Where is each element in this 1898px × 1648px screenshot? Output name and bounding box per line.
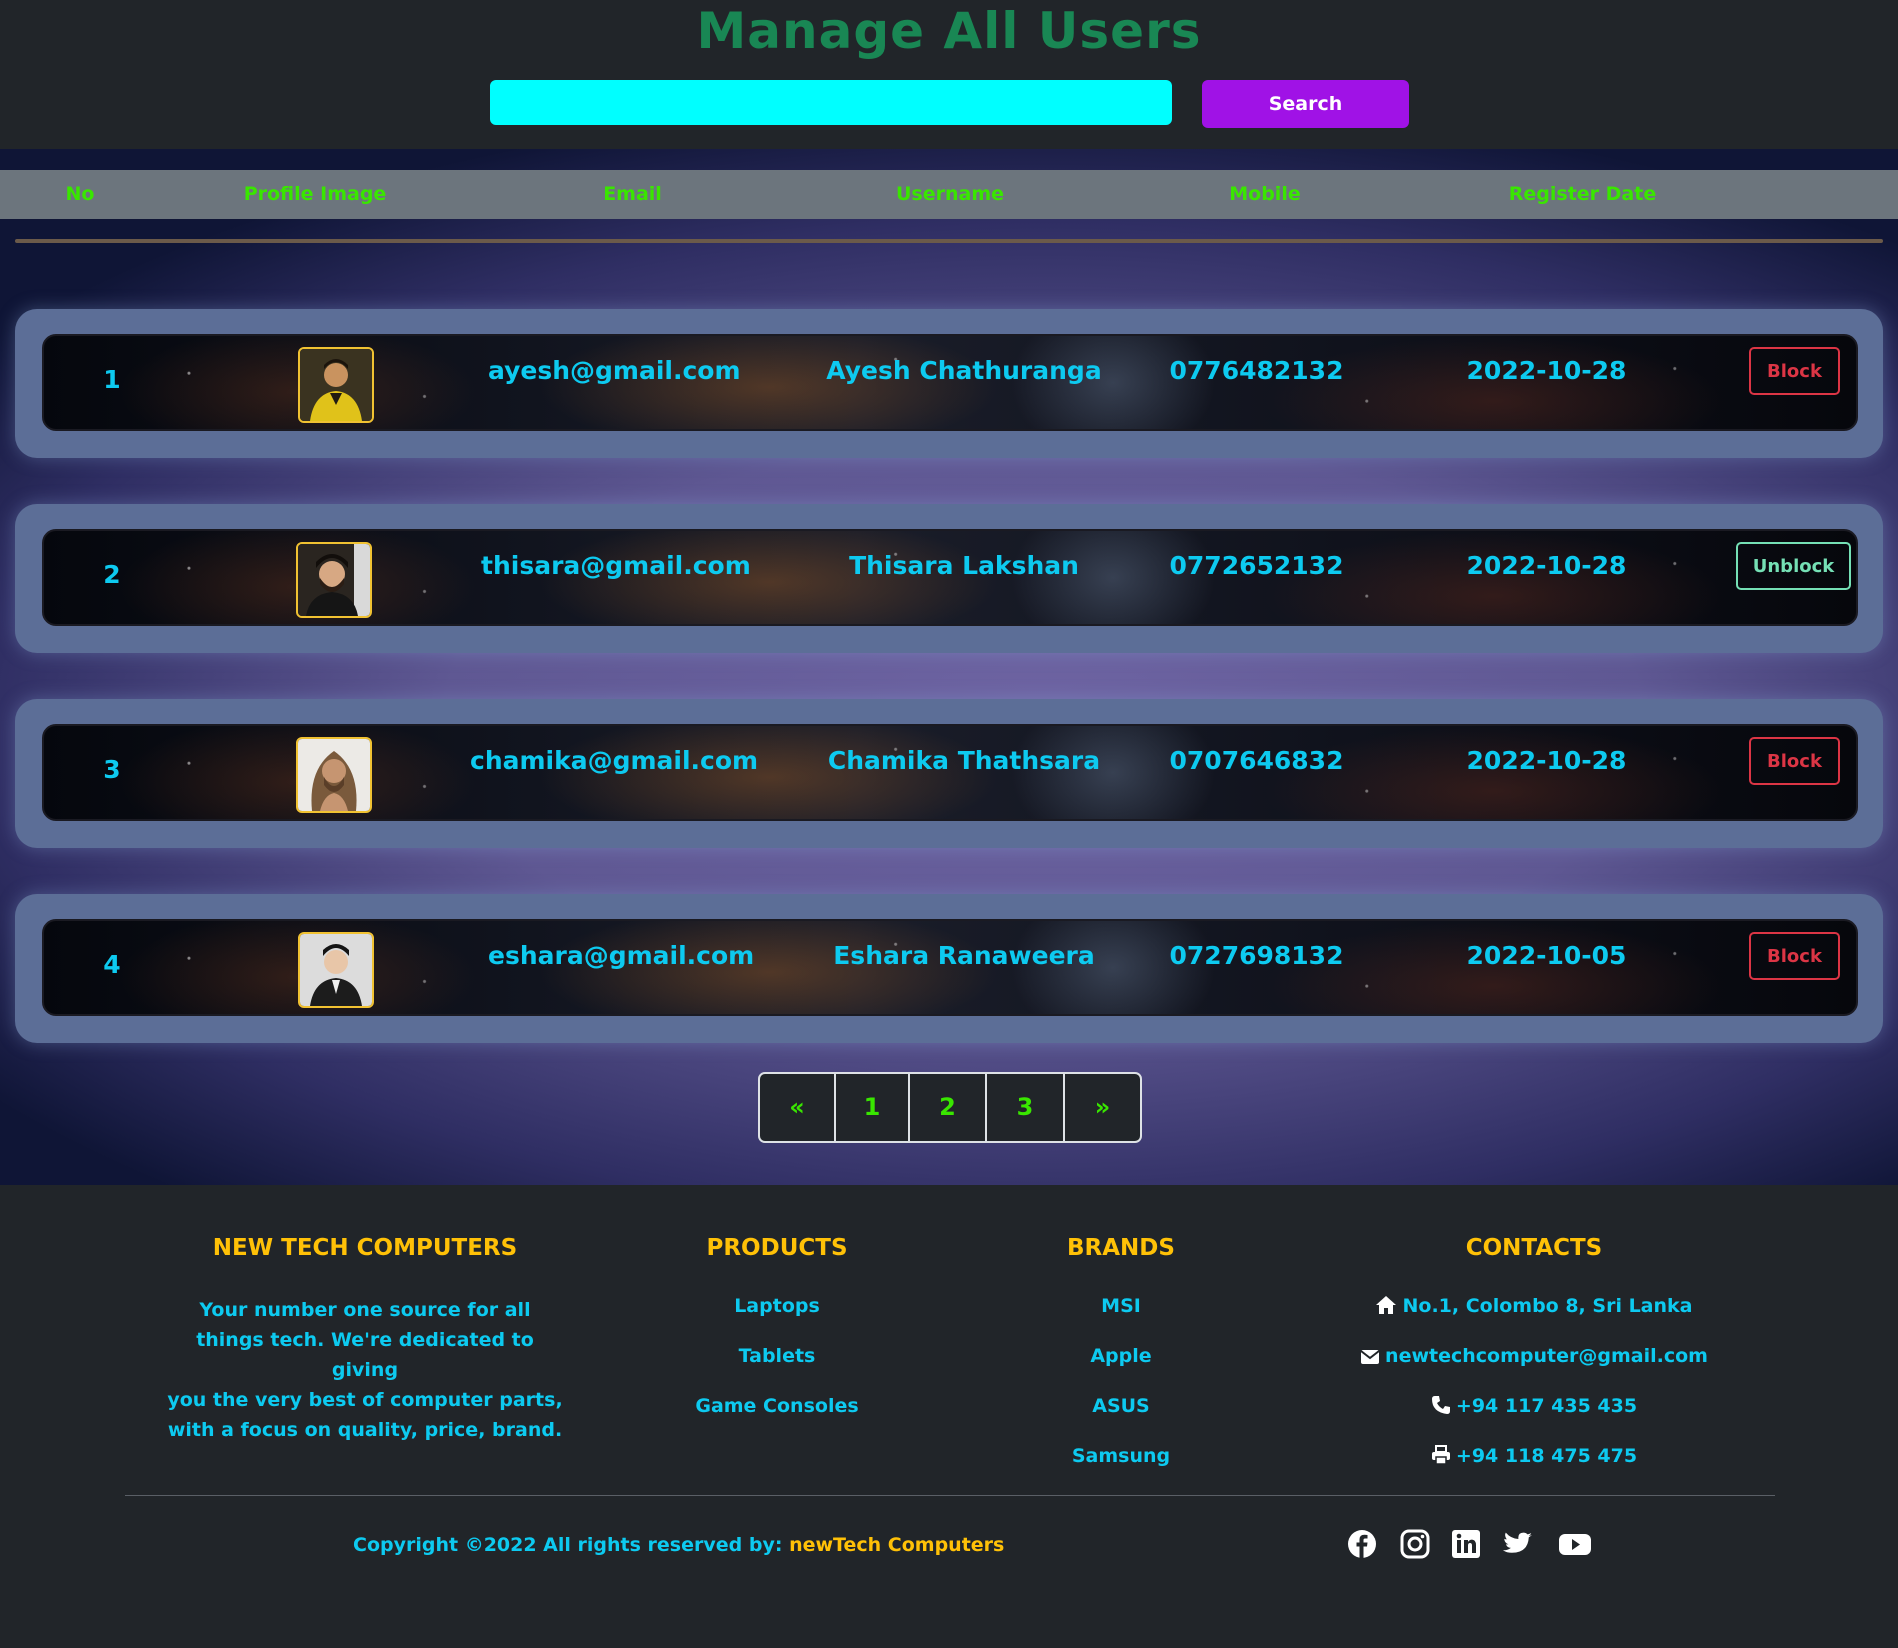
about-line: things tech. We're dedicated to giving	[196, 1329, 534, 1381]
footer-link-msi[interactable]: MSI	[1021, 1295, 1221, 1317]
user-mobile: 0727698132	[1169, 941, 1344, 970]
search-button[interactable]: Search	[1202, 80, 1409, 128]
instagram-icon[interactable]	[1399, 1528, 1431, 1560]
footer-about-heading: NEW TECH COMPUTERS	[212, 1235, 518, 1261]
copyright-brand[interactable]: newTech Computers	[789, 1534, 1004, 1556]
row-number: 2	[103, 560, 121, 589]
envelope-icon	[1360, 1350, 1380, 1364]
contact-email-text[interactable]: newtechcomputer@gmail.com	[1385, 1345, 1708, 1367]
home-icon	[1376, 1296, 1397, 1314]
footer-link-asus[interactable]: ASUS	[1021, 1395, 1221, 1417]
about-line: Your number one source for all	[199, 1299, 531, 1321]
footer-contacts-heading: CONTACTS	[1465, 1235, 1603, 1261]
user-email: ayesh@gmail.com	[488, 356, 741, 385]
user-username: Ayesh Chathuranga	[826, 356, 1102, 385]
copyright: Copyright ©2022 All rights reserved by: …	[353, 1534, 1004, 1556]
table-row: 1 ayesh@gmail.com Ayesh Chathuranga 0776…	[15, 309, 1883, 458]
table-row: 4 eshara@gmail.com Eshara Ranaweera 0727…	[15, 894, 1883, 1043]
pagination: « 1 2 3 »	[758, 1072, 1142, 1143]
user-mobile: 0772652132	[1169, 551, 1344, 580]
page-next[interactable]: »	[1065, 1074, 1140, 1141]
user-email: thisara@gmail.com	[481, 551, 751, 580]
search-input[interactable]	[490, 80, 1172, 125]
row-number: 1	[103, 365, 121, 394]
footer-link-game-consoles[interactable]: Game Consoles	[677, 1395, 877, 1417]
row-number: 4	[103, 950, 121, 979]
copyright-text: Copyright ©2022 All rights reserved by:	[353, 1534, 783, 1556]
page-header: Manage All Users Search	[0, 0, 1898, 149]
header-divider	[15, 239, 1883, 243]
linkedin-icon[interactable]	[1450, 1528, 1482, 1560]
footer-divider	[125, 1495, 1775, 1496]
users-table-area: No Profile Image Email Username Mobile R…	[0, 149, 1898, 1185]
contact-phone-text: +94 117 435 435	[1455, 1395, 1638, 1417]
row-panel: 3 chamika@gmail.com Chamika Thathsara 07…	[42, 724, 1858, 821]
facebook-icon[interactable]	[1346, 1528, 1378, 1560]
profile-image	[296, 542, 372, 618]
column-header-email: Email	[603, 183, 662, 205]
footer-link-tablets[interactable]: Tablets	[677, 1345, 877, 1367]
footer-about-text: Your number one source for all things te…	[160, 1295, 570, 1445]
contact-fax: +94 118 475 475	[1334, 1445, 1734, 1467]
unblock-button[interactable]: Unblock	[1736, 542, 1851, 590]
profile-image	[298, 932, 374, 1008]
block-button[interactable]: Block	[1749, 347, 1840, 395]
user-mobile: 0776482132	[1169, 356, 1344, 385]
page-title: Manage All Users	[696, 2, 1202, 60]
row-number: 3	[103, 755, 121, 784]
page-prev[interactable]: «	[760, 1074, 836, 1141]
footer: NEW TECH COMPUTERS Your number one sourc…	[0, 1185, 1898, 1648]
user-mobile: 0707646832	[1169, 746, 1344, 775]
user-register-date: 2022-10-28	[1466, 746, 1627, 775]
column-header-mobile: Mobile	[1229, 183, 1301, 205]
column-header-username: Username	[895, 183, 1005, 205]
user-register-date: 2022-10-28	[1466, 551, 1627, 580]
twitter-icon[interactable]	[1502, 1528, 1534, 1560]
block-button[interactable]: Block	[1749, 737, 1840, 785]
page-3[interactable]: 3	[987, 1074, 1065, 1141]
user-register-date: 2022-10-05	[1466, 941, 1627, 970]
profile-image	[296, 737, 372, 813]
column-header-register-date: Register Date	[1508, 183, 1657, 205]
row-panel: 4 eshara@gmail.com Eshara Ranaweera 0727…	[42, 919, 1858, 1016]
youtube-icon[interactable]	[1558, 1528, 1592, 1560]
footer-products-heading: PRODUCTS	[706, 1235, 848, 1261]
page-1[interactable]: 1	[836, 1074, 910, 1141]
user-username: Chamika Thathsara	[827, 746, 1101, 775]
footer-link-apple[interactable]: Apple	[1021, 1345, 1221, 1367]
footer-brands-heading: BRANDS	[1067, 1235, 1175, 1261]
footer-link-laptops[interactable]: Laptops	[677, 1295, 877, 1317]
table-row: 3 chamika@gmail.com Chamika Thathsara 07…	[15, 699, 1883, 848]
about-line: you the very best of computer parts,	[167, 1389, 563, 1411]
contact-email: newtechcomputer@gmail.com	[1334, 1345, 1734, 1367]
row-panel: 1 ayesh@gmail.com Ayesh Chathuranga 0776…	[42, 334, 1858, 431]
contact-address: No.1, Colombo 8, Sri Lanka	[1334, 1295, 1734, 1317]
table-row: 2 thisara@gmail.com Thisara Lakshan 0772…	[15, 504, 1883, 653]
about-line: with a focus on quality, price, brand.	[167, 1419, 563, 1441]
user-username: Thisara Lakshan	[849, 551, 1079, 580]
user-register-date: 2022-10-28	[1466, 356, 1627, 385]
profile-image	[298, 347, 374, 423]
printer-icon	[1431, 1445, 1450, 1465]
contact-phone: +94 117 435 435	[1334, 1395, 1734, 1417]
row-panel: 2 thisara@gmail.com Thisara Lakshan 0772…	[42, 529, 1858, 626]
page-2[interactable]: 2	[910, 1074, 987, 1141]
user-email: chamika@gmail.com	[470, 746, 759, 775]
table-header: No Profile Image Email Username Mobile R…	[0, 170, 1898, 219]
contact-address-text: No.1, Colombo 8, Sri Lanka	[1402, 1295, 1693, 1317]
user-email: eshara@gmail.com	[488, 941, 755, 970]
user-username: Eshara Ranaweera	[833, 941, 1095, 970]
phone-icon	[1431, 1396, 1450, 1414]
contact-fax-text: +94 118 475 475	[1455, 1445, 1638, 1467]
footer-link-samsung[interactable]: Samsung	[1021, 1445, 1221, 1467]
column-header-profile-image: Profile Image	[243, 183, 387, 205]
block-button[interactable]: Block	[1749, 932, 1840, 980]
column-header-no: No	[65, 183, 95, 205]
